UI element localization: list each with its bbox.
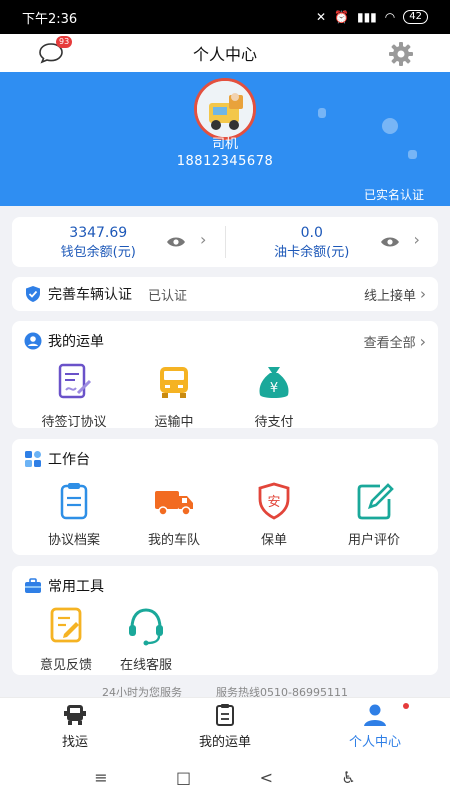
title-bar: 93 个人中心 xyxy=(0,34,450,72)
grid-item-label: 我的车队 xyxy=(147,533,200,548)
order-pending-contract[interactable]: 待签订协议 xyxy=(26,363,122,430)
person-circle-icon xyxy=(24,332,42,350)
chevron-right-icon: › xyxy=(420,285,426,303)
bottom-tab-bar: 找运 我的运单 个人中心 xyxy=(0,697,450,755)
person-tab-icon xyxy=(364,704,386,726)
tools-card: 常用工具 意见反馈 在线客服 xyxy=(12,566,438,675)
wallet-balance-value: 3347.69 xyxy=(69,224,128,241)
toolbox-icon xyxy=(25,578,41,593)
message-badge: 93 xyxy=(56,36,73,48)
online-customer-service[interactable]: 在线客服 xyxy=(98,606,194,673)
verified-label[interactable]: 已实名认证 xyxy=(364,186,424,203)
tab-find-shipments[interactable]: 找运 xyxy=(0,698,150,755)
wallet-balance[interactable]: 3347.69 钱包余额(元) › xyxy=(12,217,225,267)
svg-text:¥: ¥ xyxy=(270,381,278,396)
status-icons: ✕ ⏰ ▮▮▮ ◠ 42 xyxy=(316,10,428,24)
grid-item-label: 协议档案 xyxy=(47,533,100,548)
truck-tab-icon xyxy=(64,705,86,725)
eye-icon[interactable] xyxy=(166,236,186,248)
status-bar: 下午2:36 ✕ ⏰ ▮▮▮ ◠ 42 xyxy=(0,0,450,34)
tools-header: 常用工具 xyxy=(24,576,426,596)
workbench-header: 工作台 xyxy=(24,449,426,469)
decor-boat xyxy=(318,108,326,118)
fuel-balance-label: 油卡余额(元) xyxy=(274,244,350,260)
edit-review-icon xyxy=(357,483,394,520)
svg-text:安: 安 xyxy=(267,495,280,510)
grid-item-label: 在线客服 xyxy=(119,658,172,673)
fuel-balance-value: 0.0 xyxy=(300,224,323,241)
chevron-right-icon: › xyxy=(413,230,420,249)
tab-label: 我的运单 xyxy=(198,735,251,750)
workbench-card: 工作台 协议档案 我的车队 安 保单 用户评价 xyxy=(12,439,438,555)
online-orders-link[interactable]: 线上接单 xyxy=(364,285,416,304)
order-in-transit[interactable]: 运输中 xyxy=(126,363,222,430)
truck-icon xyxy=(155,491,193,516)
profile-banner: 司机 18812345678 已实名认证 xyxy=(0,72,450,206)
vehicle-verify-status: 已认证 xyxy=(148,288,188,304)
grid-item-label: 待签订协议 xyxy=(41,415,107,430)
system-nav-bar: ≡ □ < ♿ xyxy=(0,755,450,800)
clipboard-icon xyxy=(60,483,88,520)
user-phone: 18812345678 xyxy=(176,154,274,169)
my-orders-card: 我的运单 查看全部 › 待签订协议 运输中 ¥ 待支付 xyxy=(12,321,438,430)
tab-label: 找运 xyxy=(61,735,88,750)
grid-item-label: 保单 xyxy=(260,533,287,548)
orders-title: 我的运单 xyxy=(48,334,104,350)
orders-header: 我的运单 查看全部 › xyxy=(24,331,426,351)
grid-apps-icon xyxy=(25,451,41,467)
shield-check-icon xyxy=(26,286,40,302)
money-bag-icon: ¥ xyxy=(259,367,289,398)
tab-my-orders[interactable]: 我的运单 xyxy=(150,698,300,755)
my-fleet[interactable]: 我的车队 xyxy=(126,481,222,548)
notification-dot xyxy=(403,703,409,709)
vehicle-verify-label: 完善车辆认证 xyxy=(48,287,132,303)
wallet-balance-label: 钱包余额(元) xyxy=(60,244,136,260)
eye-icon[interactable] xyxy=(380,236,400,248)
grid-item-label: 待支付 xyxy=(254,415,294,430)
accessibility-icon[interactable]: ♿ xyxy=(341,768,355,787)
feedback-icon xyxy=(50,607,82,643)
tab-label: 个人中心 xyxy=(348,735,401,750)
back-icon[interactable]: < xyxy=(260,768,273,787)
battery-indicator: 42 xyxy=(403,10,428,24)
menu-icon[interactable]: ≡ xyxy=(94,768,107,787)
headset-icon xyxy=(129,608,163,646)
chevron-right-icon: › xyxy=(419,331,426,351)
truck-front-icon xyxy=(160,367,188,398)
home-icon[interactable]: □ xyxy=(176,768,191,787)
status-time: 下午2:36 xyxy=(22,11,78,27)
wifi-icon: ◠ xyxy=(384,10,396,24)
view-all-link[interactable]: 查看全部 xyxy=(364,332,416,351)
signal-icon: ▮▮▮ xyxy=(356,10,377,24)
truck-avatar-icon xyxy=(197,81,253,137)
workbench-title: 工作台 xyxy=(48,452,90,468)
order-pending-payment[interactable]: ¥ 待支付 xyxy=(226,363,322,430)
vehicle-verification-row[interactable]: 完善车辆认证 已认证 线上接单 › xyxy=(12,277,438,311)
chevron-right-icon: › xyxy=(200,230,207,249)
page-title: 个人中心 xyxy=(192,45,257,64)
avatar[interactable] xyxy=(194,78,256,140)
grid-item-label: 用户评价 xyxy=(347,533,400,548)
tab-personal-center[interactable]: 个人中心 xyxy=(300,698,450,755)
tools-title: 常用工具 xyxy=(48,579,104,595)
user-role: 司机 xyxy=(211,137,238,152)
agreement-archive[interactable]: 协议档案 xyxy=(26,481,122,548)
gear-icon[interactable] xyxy=(388,41,414,67)
document-tab-icon xyxy=(216,704,234,726)
wallet-card: 3347.69 钱包余额(元) › 0.0 油卡余额(元) › xyxy=(12,217,438,267)
decor-bubble xyxy=(382,118,398,134)
fuel-card-balance[interactable]: 0.0 油卡余额(元) › xyxy=(226,217,439,267)
alarm-icon: ⏰ xyxy=(334,10,349,24)
grid-item-label: 运输中 xyxy=(154,415,194,430)
shield-icon: 安 xyxy=(258,482,290,520)
user-reviews[interactable]: 用户评价 xyxy=(326,481,422,548)
contract-sign-icon xyxy=(58,363,92,399)
mute-icon: ✕ xyxy=(315,10,327,24)
insurance-policy[interactable]: 安 保单 xyxy=(226,481,322,548)
